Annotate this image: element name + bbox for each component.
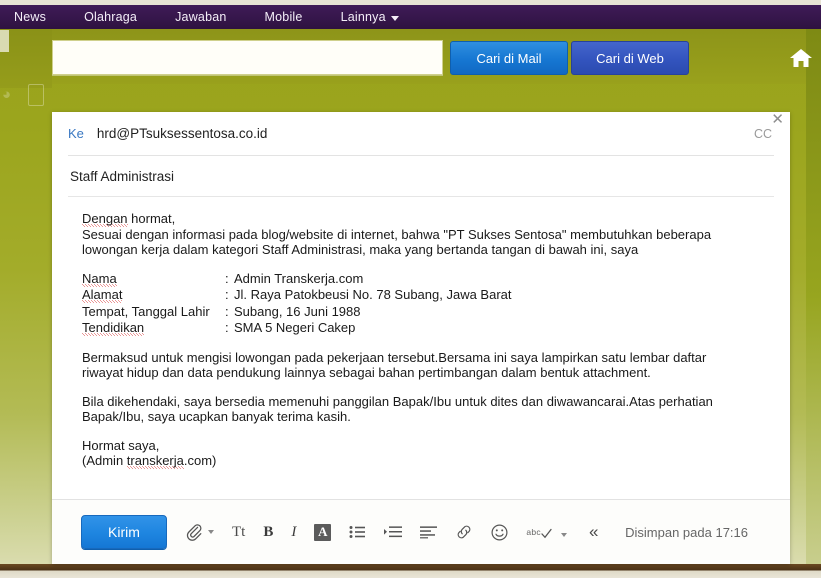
closing-line-1: Hormat saya, bbox=[82, 438, 159, 453]
text-color-icon[interactable]: A bbox=[314, 524, 331, 541]
para3-line-1: Bila dikehendaki, saya bersedia memenuhi… bbox=[82, 394, 713, 409]
spellcheck-label: abc bbox=[526, 527, 541, 537]
para2-line-2: riwayat hidup dan data pendukung lainnya… bbox=[82, 365, 651, 380]
nav-item-lainnya[interactable]: Lainnya bbox=[335, 10, 405, 24]
spellcheck-icon[interactable]: abc bbox=[526, 527, 567, 537]
detail-label: Alamat bbox=[82, 287, 225, 304]
detail-separator: : bbox=[225, 304, 234, 321]
detail-value: SMA 5 Negeri Cakep bbox=[234, 320, 512, 337]
nav-item-label: Olahraga bbox=[84, 10, 137, 24]
decorative-left-icon-2 bbox=[28, 84, 44, 106]
send-button[interactable]: Kirim bbox=[81, 515, 167, 549]
closing-suffix: .com) bbox=[184, 453, 217, 468]
misspelled-word: transkerja bbox=[127, 453, 184, 469]
detail-separator: : bbox=[225, 287, 234, 304]
bold-icon[interactable]: B bbox=[263, 524, 273, 541]
applicant-details-table: Nama : Admin Transkerja.com Alamat : Jl.… bbox=[82, 271, 512, 337]
para2-line-1: Bermaksud untuk mengisi lowongan pada pe… bbox=[82, 350, 706, 365]
intro-line-2: lowongan kerja dalam kategori Staff Admi… bbox=[82, 242, 638, 257]
table-row: Tendidikan : SMA 5 Negeri Cakep bbox=[82, 320, 512, 337]
nav-item-label: News bbox=[14, 10, 46, 24]
recipient-row: Ke CC ✕ bbox=[68, 112, 774, 156]
detail-label: Nama bbox=[82, 271, 225, 288]
background-sliver bbox=[0, 30, 9, 52]
text-color-glyph: A bbox=[314, 524, 331, 541]
font-size-icon[interactable]: Tt bbox=[232, 524, 245, 541]
table-row: Alamat : Jl. Raya Patokbeusi No. 78 Suba… bbox=[82, 287, 512, 304]
email-body[interactable]: Dengan hormat, Sesuai dengan informasi p… bbox=[52, 197, 790, 518]
detail-value: Jl. Raya Patokbeusi No. 78 Subang, Jawa … bbox=[234, 287, 512, 304]
misspelled-word: Dengan bbox=[82, 211, 128, 227]
detail-separator: : bbox=[225, 320, 234, 337]
nav-item-mobile[interactable]: Mobile bbox=[259, 10, 309, 24]
nav-item-label: Lainnya bbox=[341, 10, 386, 24]
compose-panel: Ke CC ✕ Dengan hormat, Sesuai dengan inf… bbox=[52, 112, 790, 564]
detail-value: Subang, 16 Juni 1988 bbox=[234, 304, 512, 321]
detail-label: Tempat, Tanggal Lahir bbox=[82, 304, 225, 321]
link-icon[interactable] bbox=[455, 523, 473, 541]
body-paragraph-2: Bermaksud untuk mengisi lowongan pada pe… bbox=[82, 350, 772, 381]
chevron-down-icon bbox=[391, 16, 399, 21]
intro-line-1: Sesuai dengan informasi pada blog/websit… bbox=[82, 227, 711, 242]
body-signature: Hormat saya, (Admin transkerja.com) bbox=[82, 438, 772, 469]
subject-field[interactable] bbox=[68, 168, 774, 185]
body-greeting: Dengan hormat, bbox=[82, 211, 772, 227]
detail-separator: : bbox=[225, 271, 234, 288]
search-mail-button[interactable]: Cari di Mail bbox=[450, 41, 568, 75]
attach-chevron-down-icon[interactable] bbox=[208, 530, 214, 534]
search-input[interactable] bbox=[52, 40, 443, 75]
table-row: Nama : Admin Transkerja.com bbox=[82, 271, 512, 288]
para3-line-2: Bapak/Ibu, saya ucapkan banyak terima ka… bbox=[82, 409, 351, 424]
bottom-background-strip bbox=[0, 564, 821, 578]
to-field[interactable] bbox=[95, 125, 754, 142]
top-navigation-bar: News Olahraga Jawaban Mobile Lainnya bbox=[0, 5, 821, 29]
nav-item-news[interactable]: News bbox=[8, 10, 52, 24]
detail-label: Tendidikan bbox=[82, 320, 225, 337]
body-intro: Sesuai dengan informasi pada blog/websit… bbox=[82, 227, 772, 258]
cc-button[interactable]: CC bbox=[754, 127, 774, 141]
spellcheck-chevron-down-icon[interactable] bbox=[561, 533, 567, 537]
compose-toolbar: Kirim Tt B I A bbox=[52, 499, 790, 564]
indent-icon[interactable] bbox=[384, 525, 402, 539]
to-label: Ke bbox=[68, 126, 84, 141]
nav-item-jawaban[interactable]: Jawaban bbox=[169, 10, 232, 24]
body-paragraph-3: Bila dikehendaki, saya bersedia memenuhi… bbox=[82, 394, 772, 425]
right-background-edge bbox=[806, 28, 821, 564]
table-row: Tempat, Tanggal Lahir : Subang, 16 Juni … bbox=[82, 304, 512, 321]
emoji-icon[interactable] bbox=[491, 524, 508, 541]
nav-item-olahraga[interactable]: Olahraga bbox=[78, 10, 143, 24]
saved-status: Disimpan pada 17:16 bbox=[625, 525, 748, 540]
closing-prefix: (Admin bbox=[82, 453, 127, 468]
decorative-left-icon-1: ◕ bbox=[2, 86, 18, 102]
align-icon[interactable] bbox=[420, 525, 437, 539]
close-icon[interactable]: ✕ bbox=[771, 112, 784, 127]
search-web-button[interactable]: Cari di Web bbox=[571, 41, 689, 75]
home-icon[interactable] bbox=[788, 45, 814, 71]
bullet-list-icon[interactable] bbox=[349, 525, 366, 539]
collapse-toolbar-icon[interactable]: « bbox=[589, 522, 598, 542]
nav-item-label: Mobile bbox=[265, 10, 303, 24]
attach-icon[interactable] bbox=[185, 523, 214, 541]
nav-item-label: Jawaban bbox=[175, 10, 226, 24]
italic-icon[interactable]: I bbox=[291, 524, 296, 541]
greeting-rest: hormat, bbox=[128, 211, 176, 226]
subject-row bbox=[68, 156, 774, 197]
detail-value: Admin Transkerja.com bbox=[234, 271, 512, 288]
